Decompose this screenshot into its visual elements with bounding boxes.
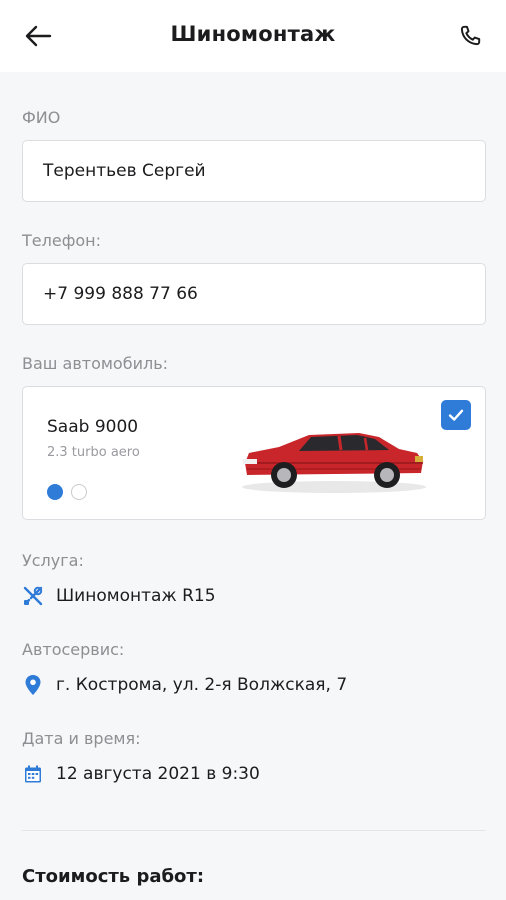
pager-dot[interactable]: [71, 484, 87, 500]
autoservice-value: г. Кострома, ул. 2-я Волжская, 7: [56, 675, 348, 695]
car-trim: 2.3 turbo aero: [47, 445, 140, 460]
datetime-label: Дата и время:: [22, 729, 141, 748]
autoservice-row: г. Кострома, ул. 2-я Волжская, 7: [22, 674, 347, 696]
car-card[interactable]: Saab 9000 2.3 turbo aero: [22, 386, 486, 520]
fio-field[interactable]: Терентьев Сергей: [22, 140, 486, 202]
autoservice-label: Автосервис:: [22, 640, 125, 659]
car-label: Ваш автомобиль:: [22, 354, 169, 373]
cost-title: Стоимость работ:: [22, 866, 205, 887]
service-row: Шиномонтаж R15: [22, 585, 216, 607]
call-button[interactable]: [452, 18, 488, 54]
map-pin-icon: [22, 674, 44, 696]
checkmark-icon: [448, 409, 464, 421]
car-pager: [47, 484, 87, 500]
phone-icon: [460, 25, 481, 46]
service-value: Шиномонтаж R15: [56, 586, 216, 606]
datetime-value: 12 августа 2021 в 9:30: [56, 764, 260, 784]
app-header: Шиномонтаж: [0, 0, 506, 72]
calendar-icon: [22, 763, 44, 785]
section-divider: [22, 830, 486, 831]
page-title: Шиномонтаж: [170, 22, 336, 46]
fio-label: ФИО: [22, 108, 61, 127]
phone-field[interactable]: +7 999 888 77 66: [22, 263, 486, 325]
car-image: [242, 433, 426, 493]
datetime-row: 12 августа 2021 в 9:30: [22, 763, 260, 785]
car-selected-checkbox[interactable]: [441, 400, 471, 430]
service-label: Услуга:: [22, 551, 84, 570]
car-name: Saab 9000: [47, 417, 139, 437]
tools-icon: [22, 585, 44, 607]
pager-dot-active[interactable]: [47, 484, 63, 500]
phone-label: Телефон:: [22, 231, 102, 250]
